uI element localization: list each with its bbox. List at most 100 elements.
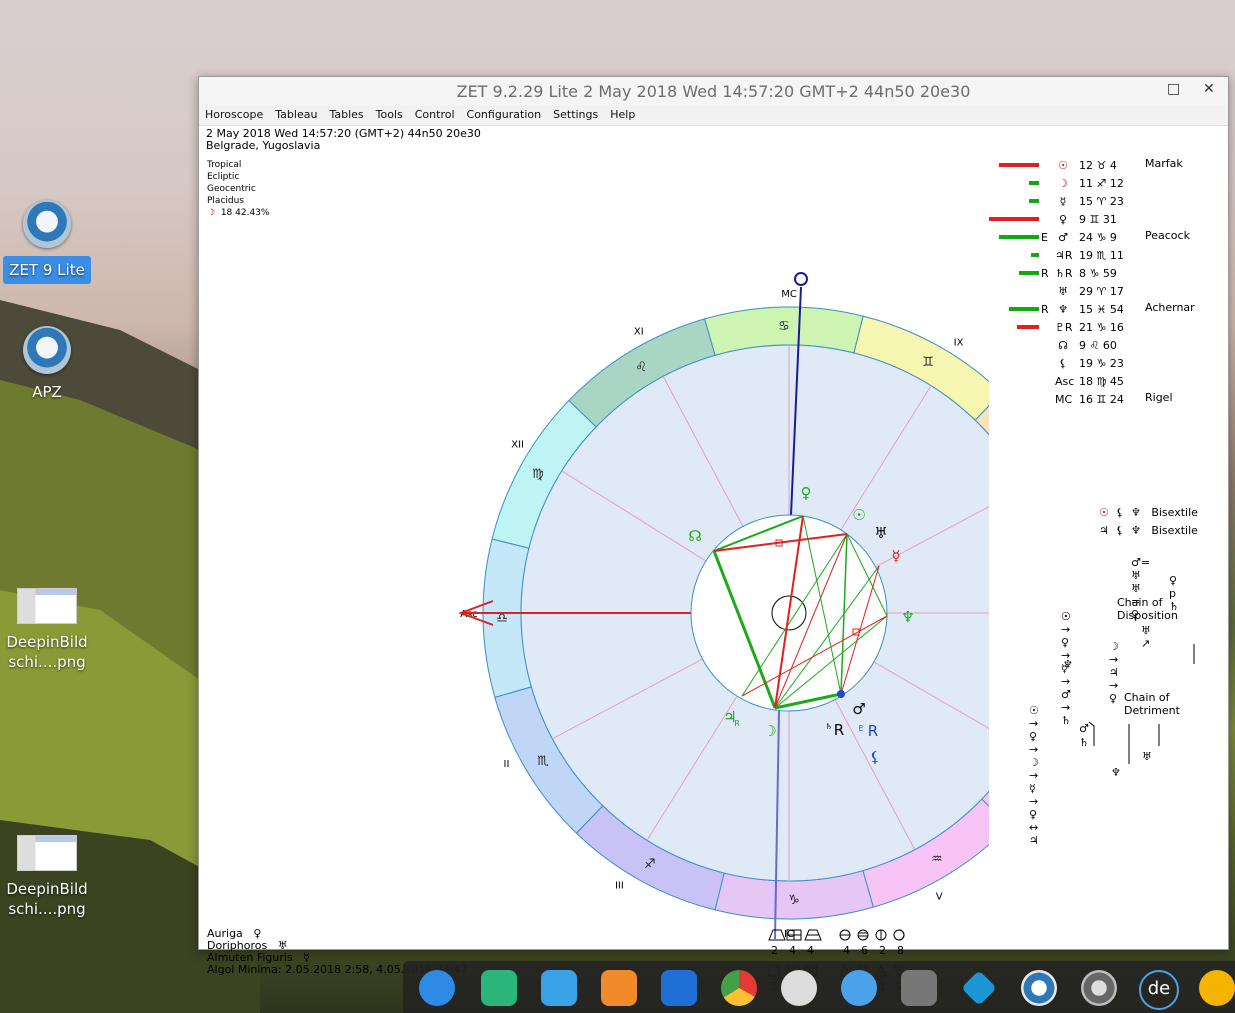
planet-row: R ♄R 8 ♑ 59	[989, 265, 1219, 283]
chart-wheel[interactable]: ♊♉♈♓♒♑♐♏♎♍♌♋MCIXVIIIDscVIVICIIIIIAscXIIX…	[199, 126, 989, 949]
grid-value: 4	[789, 944, 796, 957]
grid-value: 8	[897, 944, 904, 957]
horoscope-canvas[interactable]: 2 May 2018 Wed 14:57:20 (GMT+2) 44n50 20…	[199, 126, 1228, 994]
fixed-star: Peacock	[1145, 229, 1190, 242]
planet-row: ♀ 9 ♊ 31	[989, 211, 1219, 229]
strength-bar	[999, 235, 1039, 239]
desktop-icon-screenshot-2[interactable]: DeepinBild schi....png	[2, 835, 92, 919]
menu-control[interactable]: Control	[409, 105, 461, 124]
jupiter-icon: ♃	[1099, 524, 1109, 537]
zodiac-sign-icon: ♊	[922, 355, 934, 370]
planet-glyph-icon: ♄R	[1055, 267, 1073, 280]
menu-help[interactable]: Help	[604, 105, 641, 124]
menu-tables[interactable]: Tables	[323, 105, 369, 124]
shop-icon[interactable]	[601, 970, 637, 1006]
apz-app-icon	[23, 326, 71, 374]
aspect-label: Bisextile	[1151, 524, 1198, 537]
zodiac-sign-icon: ♐	[644, 857, 656, 872]
close-button[interactable]: ✕	[1203, 81, 1215, 97]
grid-value: 2	[879, 944, 886, 957]
fixed-star: Achernar	[1145, 301, 1195, 314]
planet-position: 15 ♓ 54	[1079, 303, 1124, 316]
zodiac-sign-icon: ♏	[537, 754, 549, 769]
planet-position: 24 ♑ 9	[1079, 231, 1117, 244]
zet-dock-icon[interactable]	[1021, 970, 1057, 1006]
chrome-icon[interactable]	[721, 970, 757, 1006]
tasks-app-icon[interactable]	[481, 970, 517, 1006]
menu-horoscope[interactable]: Horoscope	[199, 105, 269, 124]
menu-bar: Horoscope Tableau Tables Tools Control Config…	[199, 105, 1228, 126]
planet-position: 9 ♌ 60	[1079, 339, 1117, 352]
app-store-icon[interactable]	[541, 970, 577, 1006]
chart-planet-icon: ☽	[763, 722, 776, 740]
planet-position: 15 ♈ 23	[1079, 195, 1124, 208]
grid-value: 6	[861, 944, 868, 957]
strength-bar	[1017, 325, 1039, 329]
strength-bar	[1019, 271, 1039, 275]
strength-bar	[999, 163, 1039, 167]
window-titlebar[interactable]: ZET 9.2.29 Lite 2 May 2018 Wed 14:57:20 …	[199, 77, 1228, 105]
house-label: MC	[781, 289, 797, 300]
planet-row: ☽ 11 ♐ 12	[989, 175, 1219, 193]
planet-glyph-icon: ♂	[1058, 231, 1068, 244]
kodi-icon[interactable]	[961, 970, 997, 1006]
gimp-icon[interactable]	[901, 970, 937, 1006]
planet-row: MC 16 ♊ 24 Rigel	[989, 391, 1219, 409]
strength-bar	[1029, 199, 1039, 203]
chart-planet-icon: ♇	[857, 724, 864, 733]
planet-glyph-icon: ♅	[1058, 285, 1068, 298]
planet-glyph-icon: Asc	[1055, 375, 1075, 388]
planet-position: 8 ♑ 59	[1079, 267, 1117, 280]
planet-position: 12 ♉ 4	[1079, 159, 1117, 172]
maximize-button[interactable]: □	[1167, 81, 1180, 97]
chart-planet-icon: R	[868, 722, 878, 740]
menu-configuration[interactable]: Configuration	[461, 105, 548, 124]
planet-row: R ♆ 15 ♓ 54 Achernar	[989, 301, 1219, 319]
chart-planet-icon: ♆	[901, 608, 914, 626]
deepin-icon[interactable]: de	[1139, 970, 1179, 1010]
grid-value: 4	[843, 944, 850, 957]
chart-planet-icon: ☿	[891, 547, 900, 565]
planet-position: 11 ♐ 12	[1079, 177, 1124, 190]
aspect-row: ☉ ⚸ ♆ Bisextile	[1099, 504, 1198, 522]
menu-tools[interactable]: Tools	[370, 105, 409, 124]
house-label: IX	[954, 338, 964, 349]
lightning-app-icon[interactable]	[841, 970, 877, 1006]
planet-glyph-icon: ☉	[1058, 159, 1068, 172]
menu-settings[interactable]: Settings	[547, 105, 604, 124]
chart-planet-icon: ♂	[852, 700, 865, 718]
zet-app-icon	[23, 200, 71, 248]
aspect-label: Bisextile	[1151, 506, 1198, 519]
menu-tableau[interactable]: Tableau	[269, 105, 323, 124]
desktop-icon-screenshot-1[interactable]: DeepinBild schi....png	[2, 588, 92, 672]
desktop-icon-zet[interactable]: ZET 9 Lite	[2, 200, 92, 284]
taskbar-dock: de	[403, 961, 1235, 1013]
planet-position: 18 ♍ 45	[1079, 375, 1124, 388]
chain-connectors	[1088, 644, 1195, 764]
strength-bar	[1009, 307, 1039, 311]
zodiac-sign-icon: ♒	[931, 852, 943, 867]
neptune-icon: ♆	[1130, 524, 1141, 537]
fixed-star: Rigel	[1145, 391, 1173, 404]
planet-table: ☉ 12 ♉ 4 Marfak ☽ 11 ♐ 12 ☿ 15 ♈ 23 ♀ 9 ♊ 31 E ♂ 2…	[989, 157, 1219, 409]
planet-position: 19 ♑ 23	[1079, 357, 1124, 370]
clock-icon[interactable]	[1199, 970, 1235, 1006]
planet-glyph-icon: ♃R	[1055, 249, 1073, 262]
chart-planet-icon: ♄	[825, 722, 832, 731]
desktop-icon-apz[interactable]: APZ	[2, 326, 92, 402]
house-label: II	[504, 759, 510, 770]
planet-flag: R	[1041, 303, 1049, 316]
planet-row: ♃R 19 ♏ 11	[989, 247, 1219, 265]
window-title: ZET 9.2.29 Lite 2 May 2018 Wed 14:57:20 …	[456, 82, 971, 101]
house-label: III	[615, 880, 624, 891]
launcher-icon[interactable]	[419, 970, 455, 1006]
chart-planet-icon: R	[834, 721, 844, 739]
chart-planet-icon: ☉	[852, 506, 865, 524]
planet-flag: E	[1041, 231, 1048, 244]
video-player-icon[interactable]	[661, 970, 697, 1006]
chiron-icon: ⚸	[1115, 506, 1124, 519]
planet-glyph-icon: ♆	[1058, 303, 1068, 316]
settings-gear-icon[interactable]	[781, 970, 817, 1006]
apz-dock-icon[interactable]	[1081, 970, 1117, 1006]
planet-row: Asc 18 ♍ 45	[989, 373, 1219, 391]
